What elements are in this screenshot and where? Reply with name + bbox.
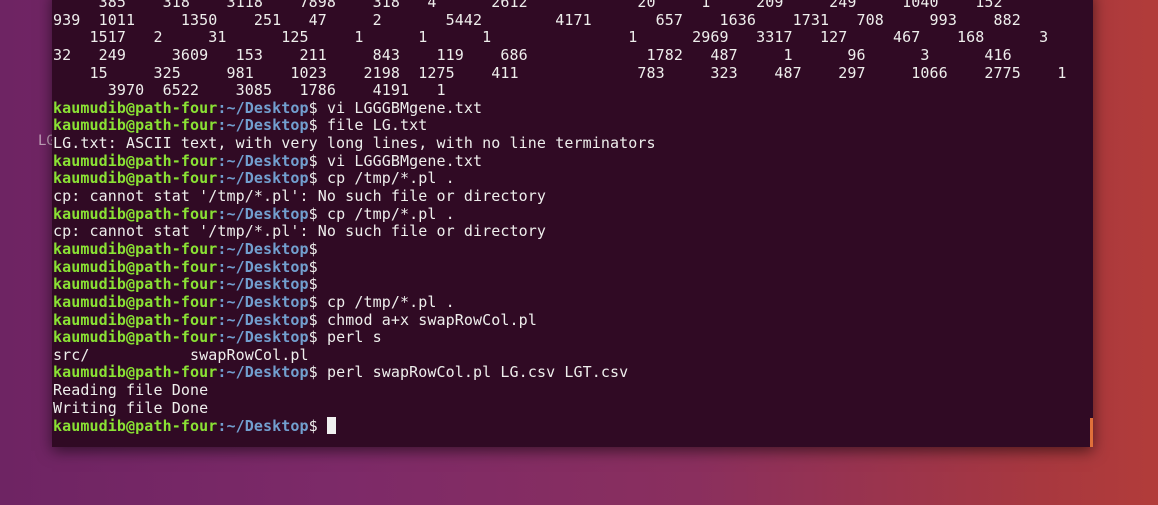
prompt-path: :~/Desktop xyxy=(217,239,309,258)
prompt-line: kaumudib@path-four:~/Desktop$ cp /tmp/*.… xyxy=(53,170,1067,188)
prompt-line: kaumudib@path-four:~/Desktop$ vi LGGGBMg… xyxy=(53,98,1067,118)
command-text: chmod a+x swapRowCol.pl xyxy=(326,310,537,329)
output-line: 32 249 3609 153 211 843 119 686 1782 487… xyxy=(53,45,1012,64)
prompt-line: kaumudib@path-four:~/Desktop$ chmod a+x … xyxy=(53,310,1067,330)
prompt-line: kaumudib@path-four:~/Desktop$ xyxy=(53,275,1067,294)
prompt-symbol: $ xyxy=(308,151,327,170)
command-text: vi LGGGBMgene.txt xyxy=(326,98,483,117)
prompt-line: kaumudib@path-four:~/Desktop$ perl swapR… xyxy=(53,364,1067,382)
prompt-user-host: kaumudib@path-four xyxy=(53,417,218,436)
output-line: 15 325 981 1023 2198 1275 411 783 323 48… xyxy=(53,63,1067,82)
command-text: cp /tmp/*.pl . xyxy=(326,169,455,188)
prompt-user-host: kaumudib@path-four xyxy=(53,310,218,329)
prompt-symbol: $ xyxy=(308,275,327,294)
prompt-user-host: kaumudib@path-four xyxy=(53,116,218,135)
command-text: cp /tmp/*.pl . xyxy=(326,204,455,223)
output-line: 939 1011 1350 251 47 2 5442 4171 657 163… xyxy=(53,10,1021,29)
prompt-path: :~/Desktop xyxy=(217,169,309,188)
prompt-symbol: $ xyxy=(308,169,327,188)
prompt-path: :~/Desktop xyxy=(217,151,309,170)
prompt-symbol: $ xyxy=(308,257,327,276)
command-text: file LG.txt xyxy=(326,116,428,135)
prompt-user-host: kaumudib@path-four xyxy=(53,239,218,258)
text-cursor xyxy=(326,417,336,435)
prompt-path: :~/Desktop xyxy=(217,257,309,276)
prompt-symbol: $ xyxy=(308,116,327,135)
prompt-path: :~/Desktop xyxy=(217,275,309,294)
command-text: vi LGGGBMgene.txt xyxy=(326,151,483,170)
prompt-symbol: $ xyxy=(308,204,327,223)
prompt-path: :~/Desktop xyxy=(217,417,309,436)
prompt-line: kaumudib@path-four:~/Desktop$ xyxy=(53,417,1067,435)
prompt-user-host: kaumudib@path-four xyxy=(53,257,218,276)
prompt-user-host: kaumudib@path-four xyxy=(53,204,218,223)
output-line: LG.txt: ASCII text, with very long lines… xyxy=(53,134,656,153)
prompt-symbol: $ xyxy=(308,363,327,382)
prompt-user-host: kaumudib@path-four xyxy=(53,98,218,117)
prompt-user-host: kaumudib@path-four xyxy=(53,151,218,170)
prompt-path: :~/Desktop xyxy=(217,363,309,382)
prompt-user-host: kaumudib@path-four xyxy=(53,292,218,311)
output-line: 385 318 3118 7898 318 4 2612 20 1 209 24… xyxy=(53,0,1003,11)
prompt-user-host: kaumudib@path-four xyxy=(53,363,218,382)
prompt-symbol: $ xyxy=(308,98,327,117)
prompt-line: kaumudib@path-four:~/Desktop$ file LG.tx… xyxy=(53,117,1067,135)
scrollbar[interactable] xyxy=(1090,418,1093,447)
command-text: perl swapRowCol.pl LG.csv LGT.csv xyxy=(326,363,629,382)
prompt-symbol: $ xyxy=(308,292,327,311)
prompt-symbol: $ xyxy=(308,239,327,258)
prompt-line: kaumudib@path-four:~/Desktop$ cp /tmp/*.… xyxy=(53,292,1067,312)
prompt-line: kaumudib@path-four:~/Desktop$ cp /tmp/*.… xyxy=(53,204,1067,224)
prompt-path: :~/Desktop xyxy=(217,116,309,135)
prompt-path: :~/Desktop xyxy=(217,204,309,223)
output-line: Reading file Done xyxy=(53,381,209,400)
command-text: perl s xyxy=(326,328,382,347)
prompt-user-host: kaumudib@path-four xyxy=(53,169,218,188)
prompt-user-host: kaumudib@path-four xyxy=(53,328,218,347)
prompt-symbol: $ xyxy=(308,328,327,347)
output-line: cp: cannot stat '/tmp/*.pl': No such fil… xyxy=(53,187,547,206)
prompt-line: kaumudib@path-four:~/Desktop$ xyxy=(53,257,1067,277)
prompt-line: kaumudib@path-four:~/Desktop$ xyxy=(53,239,1067,259)
prompt-path: :~/Desktop xyxy=(217,98,309,117)
output-line: cp: cannot stat '/tmp/*.pl': No such fil… xyxy=(53,222,547,241)
terminal-window[interactable]: 385 318 3118 7898 318 4 2612 20 1 209 24… xyxy=(52,0,1093,447)
output-line: src/ swapRowCol.pl xyxy=(53,345,309,364)
prompt-line: kaumudib@path-four:~/Desktop$ perl s xyxy=(53,328,1067,347)
prompt-path: :~/Desktop xyxy=(217,310,309,329)
command-text: cp /tmp/*.pl . xyxy=(326,292,455,311)
output-line: 3970 6522 3085 1786 4191 1 xyxy=(53,81,446,100)
output-line: 1517 2 31 125 1 1 1 1 2969 3317 127 467 … xyxy=(53,28,1049,47)
prompt-user-host: kaumudib@path-four xyxy=(53,275,218,294)
prompt-symbol: $ xyxy=(308,417,327,436)
prompt-symbol: $ xyxy=(308,310,327,329)
terminal-output: 385 318 3118 7898 318 4 2612 20 1 209 24… xyxy=(53,0,1067,435)
prompt-line: kaumudib@path-four:~/Desktop$ vi LGGGBMg… xyxy=(53,151,1067,171)
output-line: Writing file Done xyxy=(53,398,209,417)
prompt-path: :~/Desktop xyxy=(217,328,309,347)
prompt-path: :~/Desktop xyxy=(217,292,309,311)
